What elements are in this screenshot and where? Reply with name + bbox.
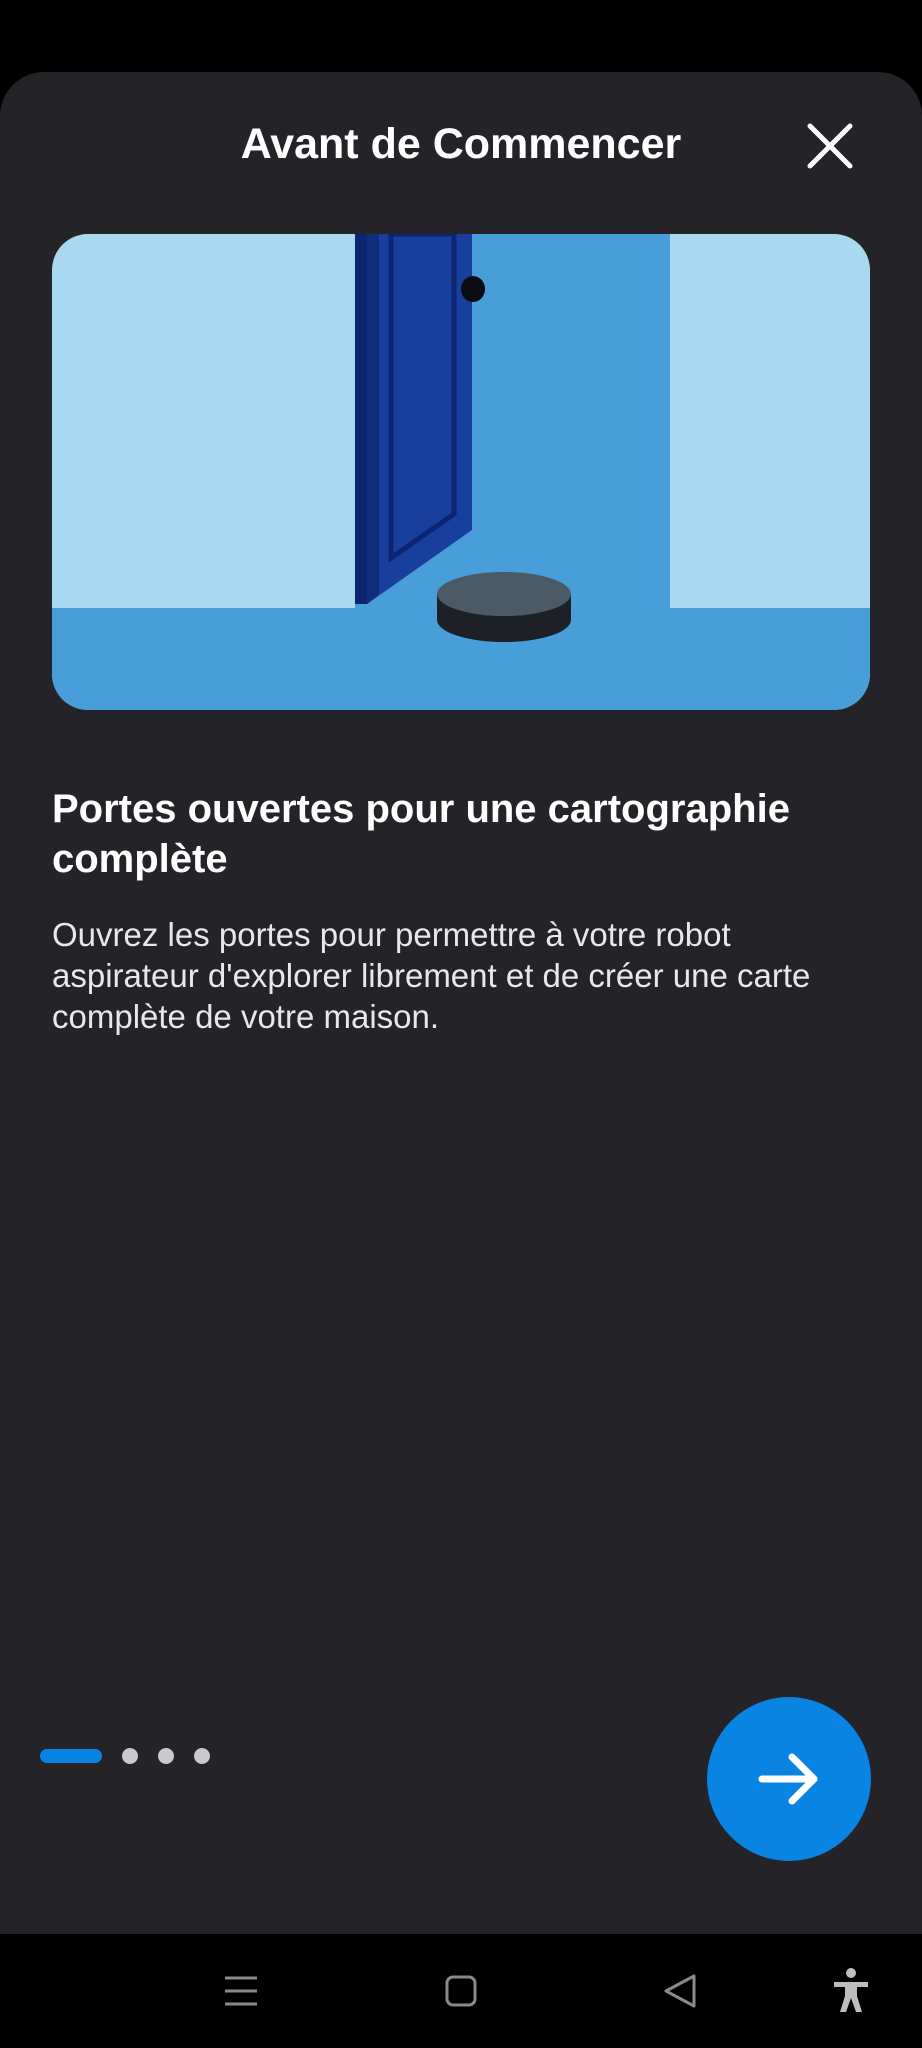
close-button[interactable] [800,116,860,176]
onboarding-sheet: Avant de Commencer Portes ouvertes pour … [0,72,922,1934]
slide-heading: Portes ouvertes pour une cartographie co… [52,787,790,881]
page-dot-active [40,1749,102,1763]
accessibility-button[interactable] [826,1966,876,2016]
page-dot [122,1748,138,1764]
page-indicator [40,1748,230,1764]
system-navigation-bar [0,1934,922,2048]
home-icon [445,1975,477,2007]
dialog-title: Avant de Commencer [240,120,682,168]
next-button[interactable] [707,1697,871,1861]
arrow-right-icon [758,1753,818,1805]
page-dot [158,1748,174,1764]
close-icon [807,123,853,169]
open-door-illustration [52,234,870,710]
page-dot [194,1748,210,1764]
slide-description: Ouvrez les portes pour permettre à votre… [52,916,811,1035]
recent-apps-button[interactable] [216,1966,266,2016]
menu-icon [225,1976,257,2006]
accessibility-icon [834,1968,868,2012]
back-icon [664,1974,696,2008]
home-button[interactable] [436,1966,486,2016]
back-button[interactable] [656,1966,706,2016]
